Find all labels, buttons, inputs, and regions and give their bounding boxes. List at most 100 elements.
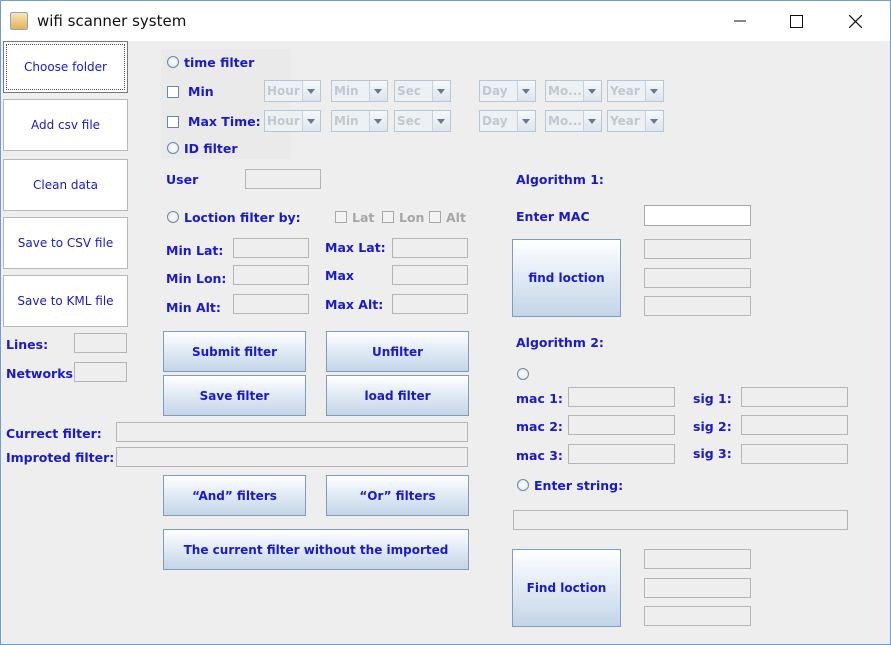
title-bar: wifi scanner system — [1, 1, 890, 41]
save-csv-button[interactable]: Save to CSV file — [3, 217, 128, 269]
combo-value: Hour — [267, 114, 300, 128]
app-window: wifi scanner system Choose folder Add cs… — [0, 0, 891, 645]
min-day-combo[interactable]: Day — [479, 80, 536, 102]
combo-value: Sec — [397, 114, 421, 128]
lines-label: Lines: — [6, 337, 49, 352]
user-label: User — [166, 172, 199, 187]
enter-string-label: Enter string: — [534, 478, 624, 493]
lat-checkbox[interactable] — [335, 211, 347, 223]
java-app-icon — [10, 12, 28, 30]
min-second-combo[interactable]: Sec — [394, 80, 451, 102]
time-filter-label: time filter — [184, 55, 255, 70]
mac2-field[interactable] — [568, 415, 675, 435]
mac3-field[interactable] — [568, 444, 675, 464]
find-location-button-1[interactable]: find loction — [512, 239, 621, 317]
min-lat-label: Min Lat: — [166, 243, 224, 258]
mac-sig-radio[interactable] — [517, 368, 529, 380]
sig1-field[interactable] — [741, 387, 848, 407]
add-csv-button[interactable]: Add csv file — [3, 99, 128, 151]
chevron-down-icon — [369, 111, 387, 131]
algorithm2-result-alt[interactable] — [644, 606, 751, 626]
combo-value: Sec — [397, 84, 421, 98]
mac-input[interactable] — [644, 205, 751, 226]
chevron-down-icon — [517, 81, 535, 101]
minimize-button[interactable] — [712, 1, 768, 41]
chevron-down-icon — [645, 81, 663, 101]
lon-checkbox[interactable] — [382, 211, 394, 223]
imported-filter-label: Improted filter: — [6, 450, 115, 465]
algorithm2-result-lat[interactable] — [644, 549, 751, 569]
chevron-down-icon — [302, 81, 320, 101]
time-filter-radio[interactable] — [167, 56, 179, 68]
sig2-label: sig 2: — [693, 419, 732, 434]
submit-filter-button[interactable]: Submit filter — [163, 331, 306, 372]
find-location-button-2[interactable]: Find loction — [512, 549, 621, 627]
algorithm1-result-lon[interactable] — [644, 268, 751, 288]
min-month-combo[interactable]: Mo... — [545, 80, 602, 102]
max-minute-combo[interactable]: Min — [331, 110, 388, 132]
lines-field[interactable] — [74, 333, 127, 353]
location-filter-label: Loction filter by: — [184, 210, 301, 225]
or-filters-button[interactable]: “Or” filters — [326, 475, 469, 516]
mac1-label: mac 1: — [516, 391, 563, 406]
combo-value: Year — [610, 84, 640, 98]
networks-label: Networks: — [6, 366, 78, 381]
sig2-field[interactable] — [741, 415, 848, 435]
combo-value: Mo... — [548, 84, 582, 98]
mac3-label: mac 3: — [516, 448, 563, 463]
min-lat-field[interactable] — [233, 238, 309, 258]
enter-mac-label: Enter MAC — [516, 209, 590, 224]
lon-label: Lon — [399, 210, 425, 225]
algorithm1-result-alt[interactable] — [644, 296, 751, 316]
min-minute-combo[interactable]: Min — [331, 80, 388, 102]
close-button[interactable] — [827, 1, 883, 41]
alt-checkbox[interactable] — [429, 211, 441, 223]
save-kml-button[interactable]: Save to KML file — [3, 275, 128, 327]
lat-label: Lat — [352, 210, 375, 225]
min-hour-combo[interactable]: Hour — [264, 80, 321, 102]
max-time-checkbox[interactable] — [167, 116, 179, 128]
max-alt-field[interactable] — [392, 294, 468, 314]
max-lon-field[interactable] — [392, 265, 468, 285]
combo-value: Min — [334, 84, 359, 98]
min-year-combo[interactable]: Year — [607, 80, 664, 102]
max-second-combo[interactable]: Sec — [394, 110, 451, 132]
string-field[interactable] — [513, 510, 848, 530]
max-alt-label: Max Alt: — [325, 297, 384, 312]
imported-filter-field[interactable] — [116, 447, 468, 467]
sig3-field[interactable] — [741, 444, 848, 464]
max-month-combo[interactable]: Mo... — [545, 110, 602, 132]
user-field[interactable] — [245, 169, 321, 189]
current-without-imported-button[interactable]: The current filter without the imported — [163, 529, 469, 570]
mac1-field[interactable] — [568, 387, 675, 407]
current-filter-field[interactable] — [116, 422, 468, 442]
algorithm2-result-lon[interactable] — [644, 578, 751, 598]
load-filter-button[interactable]: load filter — [326, 375, 469, 416]
and-filters-button[interactable]: “And” filters — [163, 475, 306, 516]
combo-value: Min — [334, 114, 359, 128]
min-lon-label: Min Lon: — [166, 271, 227, 286]
save-filter-button[interactable]: Save filter — [163, 375, 306, 416]
id-filter-radio[interactable] — [167, 142, 179, 154]
unfilter-button[interactable]: Unfilter — [326, 331, 469, 372]
enter-string-radio[interactable] — [517, 479, 529, 491]
max-day-combo[interactable]: Day — [479, 110, 536, 132]
chevron-down-icon — [517, 111, 535, 131]
clean-data-button[interactable]: Clean data — [3, 159, 128, 211]
maximize-button[interactable] — [768, 1, 824, 41]
max-hour-combo[interactable]: Hour — [264, 110, 321, 132]
minimize-icon — [734, 20, 746, 22]
max-year-combo[interactable]: Year — [607, 110, 664, 132]
chevron-down-icon — [583, 111, 601, 131]
max-lat-field[interactable] — [392, 238, 468, 258]
sig3-label: sig 3: — [693, 446, 732, 461]
min-alt-field[interactable] — [233, 294, 309, 314]
min-time-checkbox[interactable] — [167, 86, 179, 98]
min-lon-field[interactable] — [233, 265, 309, 285]
algorithm1-result-lat[interactable] — [644, 239, 751, 259]
location-filter-radio[interactable] — [167, 211, 179, 223]
close-icon — [848, 14, 862, 28]
networks-field[interactable] — [74, 362, 127, 382]
choose-folder-button[interactable]: Choose folder — [3, 41, 128, 93]
chevron-down-icon — [432, 81, 450, 101]
